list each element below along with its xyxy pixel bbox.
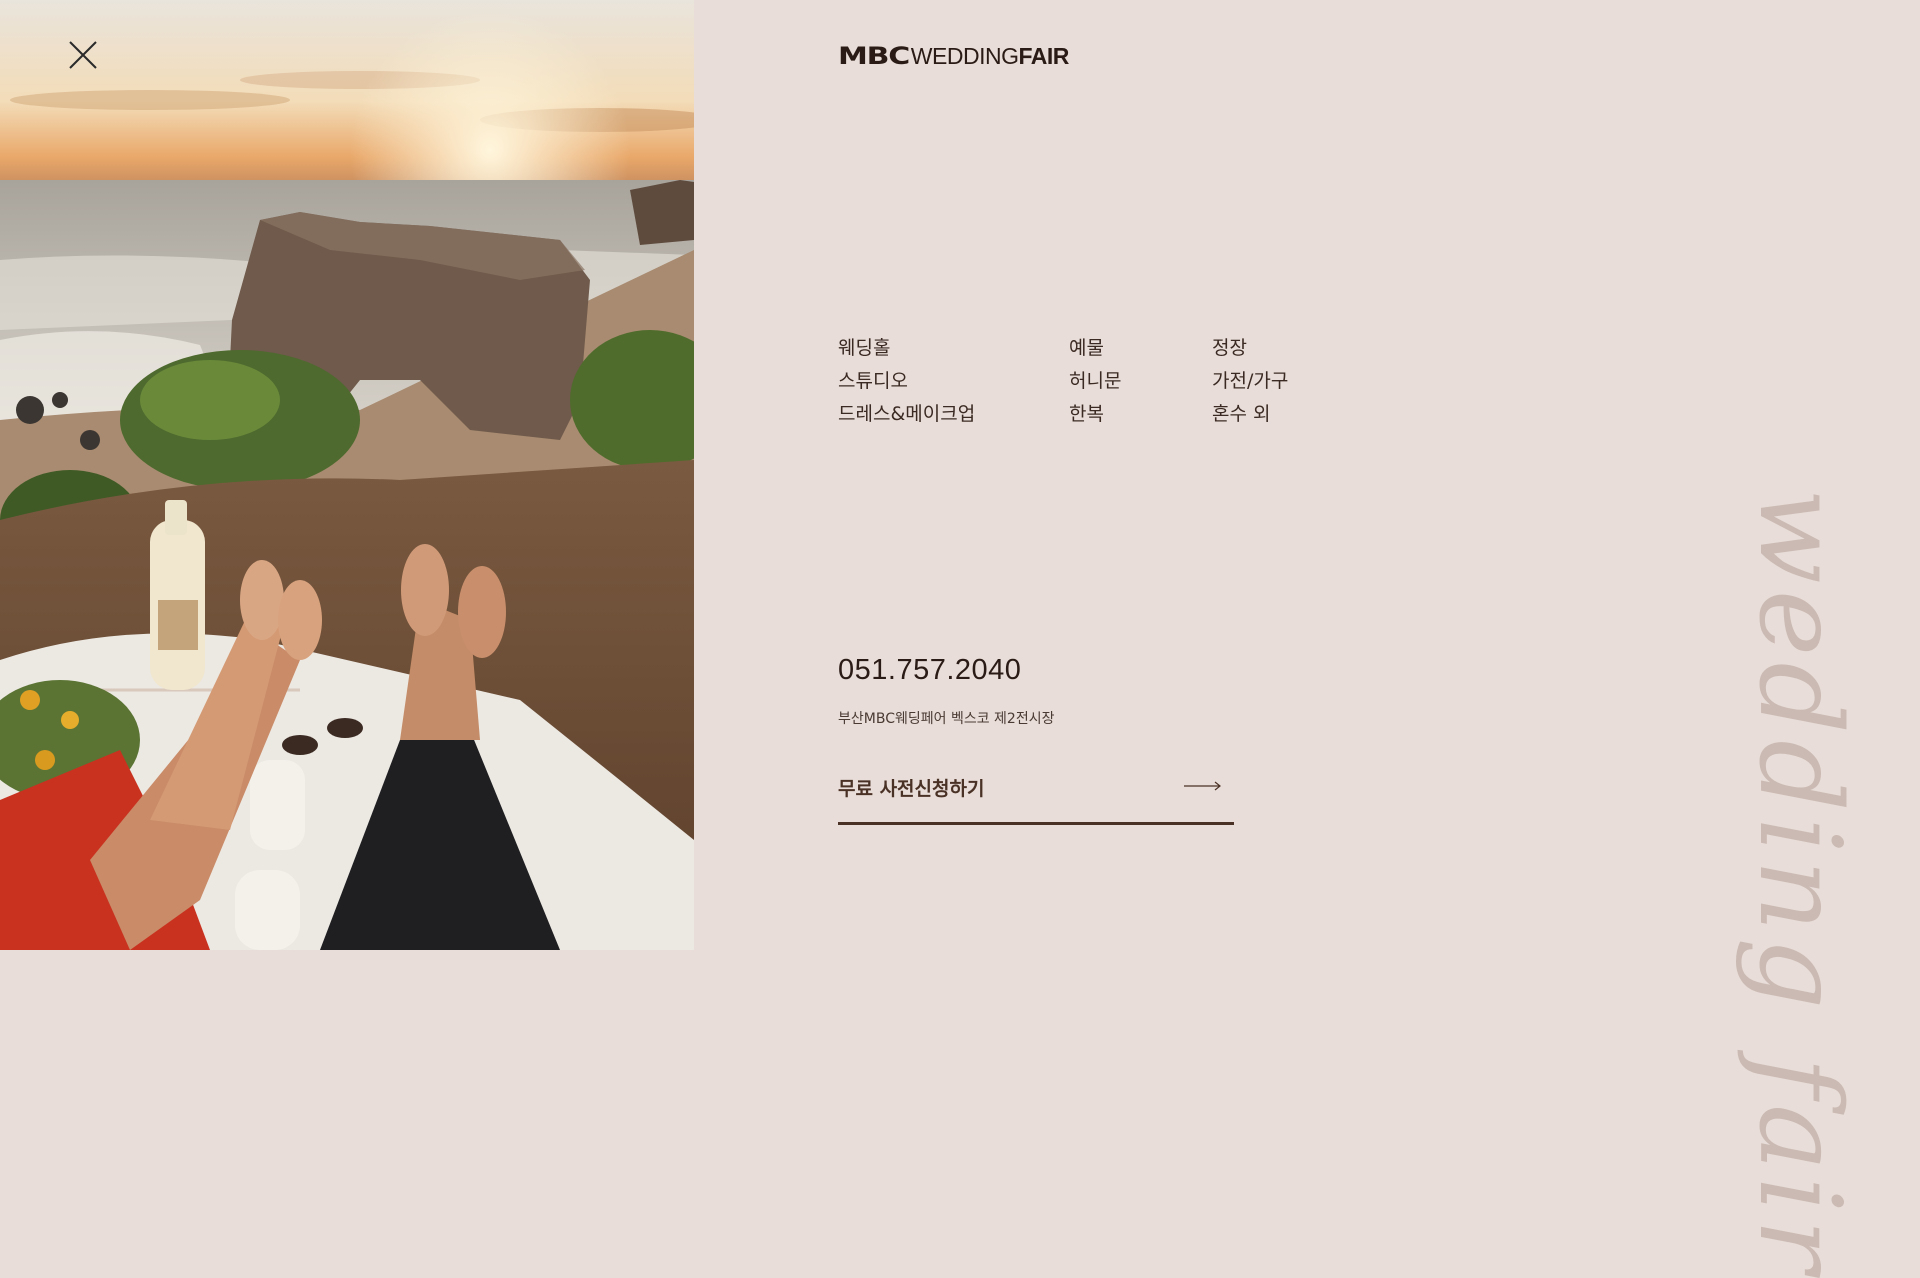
beach-picnic-illustration bbox=[0, 0, 694, 950]
menu-item-appliances-furniture[interactable]: 가전/가구 bbox=[1212, 365, 1288, 398]
menu-column-3: 정장 가전/가구 혼수 외 bbox=[1212, 332, 1288, 431]
close-button[interactable] bbox=[66, 38, 100, 72]
menu-item-other-wedding-goods[interactable]: 혼수 외 bbox=[1212, 398, 1288, 431]
menu-item-jewelry[interactable]: 예물 bbox=[1069, 332, 1121, 365]
logo-fair: FAIR bbox=[1018, 42, 1069, 69]
site-logo[interactable]: MBC WEDDING FAIR bbox=[838, 42, 1069, 70]
script-wedding-fair: wedding fair bbox=[1734, 488, 1864, 1278]
menu-item-wedding-hall[interactable]: 웨딩홀 bbox=[838, 332, 975, 365]
phone-number[interactable]: 051.757.2040 bbox=[838, 654, 1021, 687]
menu-item-studio[interactable]: 스튜디오 bbox=[838, 365, 975, 398]
menu-column-1: 웨딩홀 스튜디오 드레스&메이크업 bbox=[838, 332, 975, 431]
preregistration-label: 무료 사전신청하기 bbox=[838, 778, 985, 800]
close-icon bbox=[69, 41, 97, 69]
menu-panel: MBC WEDDING FAIR 웨딩홀 스튜디오 드레스&메이크업 예물 허니문… bbox=[694, 0, 1920, 1278]
menu-item-suit[interactable]: 정장 bbox=[1212, 332, 1288, 365]
menu-item-hanbok[interactable]: 한복 bbox=[1069, 398, 1121, 431]
main-menu: 웨딩홀 스튜디오 드레스&메이크업 예물 허니문 한복 정장 가전/가구 혼수 … bbox=[838, 332, 1398, 432]
free-preregistration-button[interactable]: 무료 사전신청하기 bbox=[838, 766, 1234, 825]
hero-photo bbox=[0, 0, 694, 950]
logo-wedding: WEDDING bbox=[910, 42, 1019, 69]
menu-item-dress-makeup[interactable]: 드레스&메이크업 bbox=[838, 398, 975, 431]
venue-address: 부산MBC웨딩페어 벡스코 제2전시장 bbox=[838, 711, 1055, 727]
long-arrow-right-icon bbox=[1184, 781, 1221, 791]
menu-column-2: 예물 허니문 한복 bbox=[1069, 332, 1121, 431]
menu-item-honeymoon[interactable]: 허니문 bbox=[1069, 365, 1121, 398]
logo-mbc: MBC bbox=[838, 42, 910, 70]
